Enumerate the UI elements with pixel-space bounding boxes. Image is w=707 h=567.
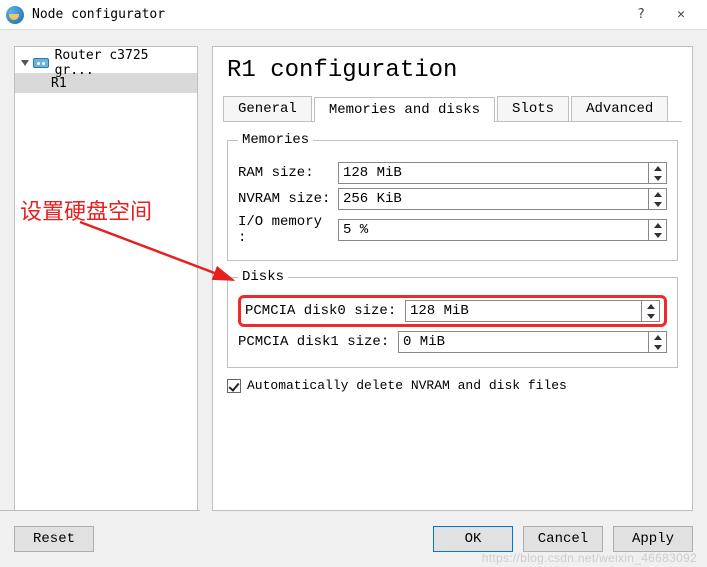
disks-group: Disks PCMCIA disk0 size: 128 MiB PCMCIA …: [227, 269, 678, 368]
tab-slots[interactable]: Slots: [497, 96, 569, 121]
config-panel: R1 configuration General Memories and di…: [212, 46, 693, 511]
disk0-spinbox[interactable]: 128 MiB: [405, 300, 660, 322]
ram-spin-buttons[interactable]: [648, 163, 666, 183]
tree-view[interactable]: Router c3725 gr... R1: [14, 46, 198, 511]
content-area: Router c3725 gr... R1 R1 configuration G…: [14, 46, 693, 511]
disk0-spin-buttons[interactable]: [641, 301, 659, 321]
tab-memories-disks[interactable]: Memories and disks: [314, 97, 495, 122]
io-spin-buttons[interactable]: [648, 220, 666, 240]
autodelete-checkbox[interactable]: Automatically delete NVRAM and disk file…: [227, 378, 678, 393]
window-title: Node configurator: [32, 7, 621, 22]
cancel-button[interactable]: Cancel: [523, 526, 603, 552]
footer-divider: [0, 510, 200, 511]
panel-heading: R1 configuration: [227, 57, 678, 84]
disk0-highlight: PCMCIA disk0 size: 128 MiB: [238, 295, 667, 327]
ram-value: 128 MiB: [339, 165, 648, 181]
close-button[interactable]: ✕: [661, 1, 701, 29]
ram-spinbox[interactable]: 128 MiB: [338, 162, 667, 184]
disk1-spin-buttons[interactable]: [648, 332, 666, 352]
router-icon: [33, 58, 49, 68]
nvram-label: NVRAM size:: [238, 191, 338, 207]
annotation-text: 设置硬盘空间: [20, 194, 152, 226]
tree-root[interactable]: Router c3725 gr...: [15, 53, 197, 73]
app-icon: [6, 6, 24, 24]
memories-legend: Memories: [238, 132, 313, 148]
nvram-value: 256 KiB: [339, 191, 648, 207]
disk1-label: PCMCIA disk1 size:: [238, 334, 398, 350]
disks-legend: Disks: [238, 269, 288, 285]
nvram-spinbox[interactable]: 256 KiB: [338, 188, 667, 210]
watermark: https://blog.csdn.net/weixin_46683092: [482, 551, 697, 565]
ram-label: RAM size:: [238, 165, 338, 181]
io-spinbox[interactable]: 5 %: [338, 219, 667, 241]
disk1-spinbox[interactable]: 0 MiB: [398, 331, 667, 353]
tabs: General Memories and disks Slots Advance…: [223, 96, 682, 122]
autodelete-label: Automatically delete NVRAM and disk file…: [247, 378, 567, 393]
io-label: I/O memory :: [238, 214, 338, 246]
tree-root-label: Router c3725 gr...: [55, 48, 191, 78]
disk0-label: PCMCIA disk0 size:: [245, 303, 405, 319]
disk0-value: 128 MiB: [406, 303, 641, 319]
tab-general[interactable]: General: [223, 96, 312, 121]
memories-group: Memories RAM size: 128 MiB NVRAM size: 2…: [227, 132, 678, 261]
tab-advanced[interactable]: Advanced: [571, 96, 668, 121]
io-value: 5 %: [339, 222, 648, 238]
title-bar: Node configurator ? ✕: [0, 0, 707, 30]
apply-button[interactable]: Apply: [613, 526, 693, 552]
disk1-value: 0 MiB: [399, 334, 648, 350]
nvram-spin-buttons[interactable]: [648, 189, 666, 209]
expand-icon[interactable]: [21, 60, 29, 66]
tree-child-label: R1: [51, 76, 67, 91]
help-button[interactable]: ?: [621, 1, 661, 29]
ok-button[interactable]: OK: [433, 526, 513, 552]
reset-button[interactable]: Reset: [14, 526, 94, 552]
checkbox-icon: [227, 379, 241, 393]
